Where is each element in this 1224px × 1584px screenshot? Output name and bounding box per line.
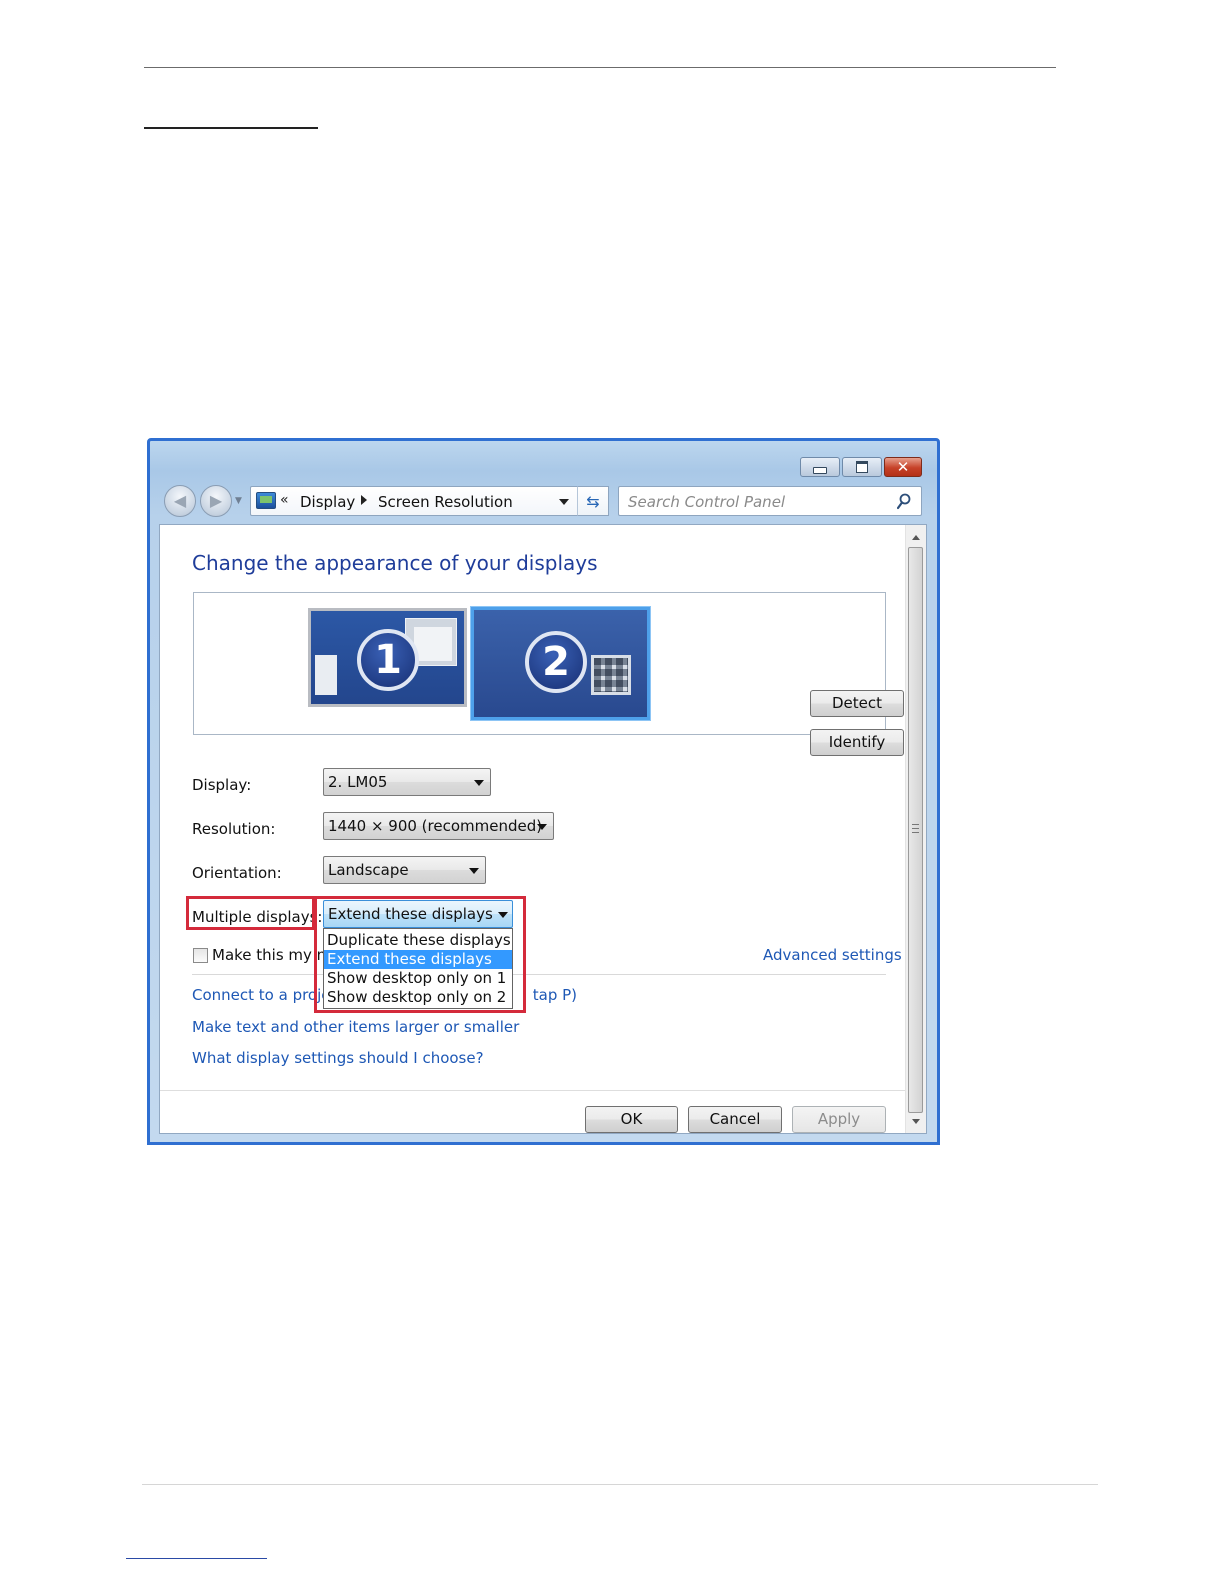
breadcrumb-display[interactable]: Display [300,493,355,511]
ok-button[interactable]: OK [585,1106,678,1133]
close-button[interactable]: ✕ [884,457,922,477]
page-title: Change the appearance of your displays [192,551,598,575]
advanced-settings-link[interactable]: Advanced settings [763,946,902,964]
footer-rule [142,1484,1098,1485]
heading-underline [144,127,318,129]
search-icon[interactable] [897,493,911,511]
cancel-button[interactable]: Cancel [688,1106,782,1133]
resolution-select-value: 1440 × 900 (recommended) [328,817,543,835]
forward-button[interactable]: ▶ [200,485,232,517]
resolution-label: Resolution: [192,820,276,838]
client-area: Change the appearance of your displays 1… [159,524,927,1134]
display-label: Display: [192,776,252,794]
display-settings-help-link[interactable]: What display settings should I choose? [192,1049,484,1067]
monitor-1[interactable]: 1 [308,608,467,707]
grid-thumbnail-icon [591,655,631,695]
arrow-right-icon: ▶ [209,491,223,510]
search-input[interactable]: Search Control Panel [618,486,922,516]
minimize-icon [813,466,827,474]
breadcrumb-separator-icon[interactable] [361,495,367,505]
address-overflow-chevrons[interactable]: « [280,492,289,508]
top-rule [144,67,1056,68]
apply-button[interactable]: Apply [792,1106,886,1133]
refresh-button[interactable]: ⇆ [577,486,609,516]
annotation-highlight-dropdown [314,896,526,1013]
back-button[interactable]: ◀ [164,485,196,517]
scrollbar-thumb[interactable] [908,547,923,1113]
identify-button[interactable]: Identify [810,729,904,756]
scroll-grip-icon [912,824,919,833]
screen-resolution-window: ✕ ◀ ▶ ▼ « Display Screen Resolution ⇆ Se… [147,438,940,1145]
maximize-button[interactable] [842,457,882,477]
display-control-panel-icon [256,492,276,509]
orientation-select[interactable]: Landscape [323,856,486,884]
annotation-highlight-label [186,896,315,930]
close-icon: ✕ [896,457,910,476]
footer-divider [160,1090,905,1091]
arrow-left-icon: ◀ [173,491,187,510]
text-size-link[interactable]: Make text and other items larger or smal… [192,1018,519,1036]
resolution-select[interactable]: 1440 × 900 (recommended) [323,812,554,840]
monitor-number-2: 2 [525,631,587,693]
vertical-scrollbar[interactable] [905,525,926,1133]
recent-pages-chevron-icon[interactable]: ▼ [235,496,242,506]
chevron-down-icon [537,824,547,830]
display-select[interactable]: 2. LM05 [323,768,491,796]
chevron-down-icon [474,780,484,786]
orientation-label: Orientation: [192,864,282,882]
refresh-icon: ⇆ [586,491,600,511]
minimize-button[interactable] [800,457,840,477]
address-bar[interactable]: « Display Screen Resolution [250,486,607,516]
scroll-up-icon[interactable] [912,535,920,540]
monitor-arrangement-panel: 1 2 Detect Identify [193,592,904,756]
section-divider [192,974,886,975]
connect-projector-link-suffix[interactable]: tap P) [533,986,577,1004]
scroll-down-icon[interactable] [912,1119,920,1124]
main-display-checkbox[interactable] [193,948,208,963]
display-select-value: 2. LM05 [328,773,388,791]
chevron-down-icon [469,868,479,874]
orientation-select-value: Landscape [328,861,409,879]
breadcrumb-screen-resolution[interactable]: Screen Resolution [378,493,513,511]
sidebar-thumbnail-icon [315,655,337,695]
address-dropdown-icon[interactable] [559,499,569,505]
monitor-2-selected[interactable]: 2 [471,607,650,720]
search-placeholder: Search Control Panel [628,493,786,511]
monitor-number-1: 1 [357,629,419,691]
maximize-icon [856,461,868,473]
detect-button[interactable]: Detect [810,690,904,717]
footer-link-underline [126,1558,267,1559]
